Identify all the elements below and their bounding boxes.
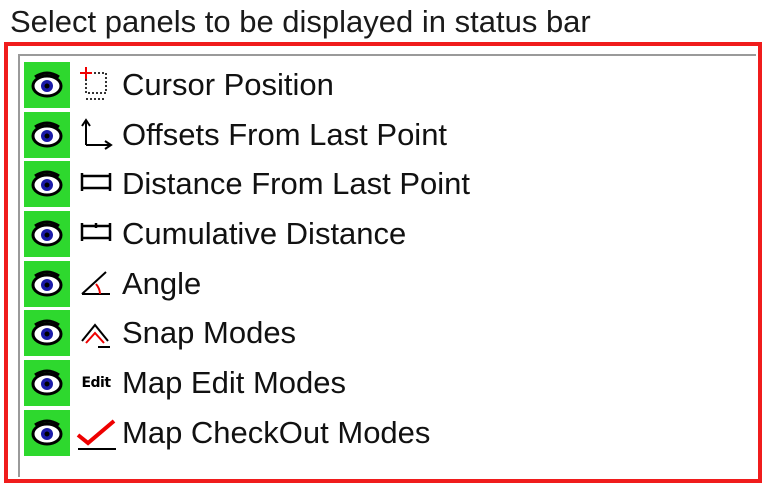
map-edit-icon: Edit [70,360,122,406]
panel-label: Snap Modes [122,315,297,350]
checkout-icon [70,410,122,456]
panel-list[interactable]: Cursor Position Offsets From Last Point … [18,54,756,477]
panel-label: Distance From Last Point [122,166,471,201]
map-edit-icon-text: Edit [81,375,111,391]
panel-label: Angle [122,266,202,301]
list-item-angle[interactable]: Angle [24,261,724,307]
cursor-position-icon [70,62,122,108]
eye-icon[interactable] [24,261,70,307]
panel-label: Map CheckOut Modes [122,415,431,450]
eye-icon[interactable] [24,211,70,257]
eye-icon[interactable] [24,62,70,108]
eye-icon[interactable] [24,360,70,406]
list-item-offsets-from-last-point[interactable]: Offsets From Last Point [24,112,724,158]
list-item-cumulative-distance[interactable]: Cumulative Distance [24,211,724,257]
cumulative-distance-icon [70,211,122,257]
panel-label: Cursor Position [122,67,334,102]
offsets-icon [70,112,122,158]
eye-icon[interactable] [24,410,70,456]
list-item-map-checkout-modes[interactable]: Map CheckOut Modes [24,410,724,456]
eye-icon[interactable] [24,310,70,356]
angle-icon [70,261,122,307]
eye-icon[interactable] [24,161,70,207]
dialog-heading: Select panels to be displayed in status … [10,4,591,39]
panel-label: Offsets From Last Point [122,117,448,152]
panel-label: Map Edit Modes [122,365,346,400]
list-item-cursor-position[interactable]: Cursor Position [24,62,724,108]
list-item-distance-from-last-point[interactable]: Distance From Last Point [24,161,724,207]
panel-label: Cumulative Distance [122,216,407,251]
list-item-snap-modes[interactable]: Snap Modes [24,310,724,356]
list-item-map-edit-modes[interactable]: Edit Map Edit Modes [24,360,724,406]
snap-modes-icon [70,310,122,356]
highlight-frame: Cursor Position Offsets From Last Point … [4,42,762,483]
distance-icon [70,161,122,207]
eye-icon[interactable] [24,112,70,158]
